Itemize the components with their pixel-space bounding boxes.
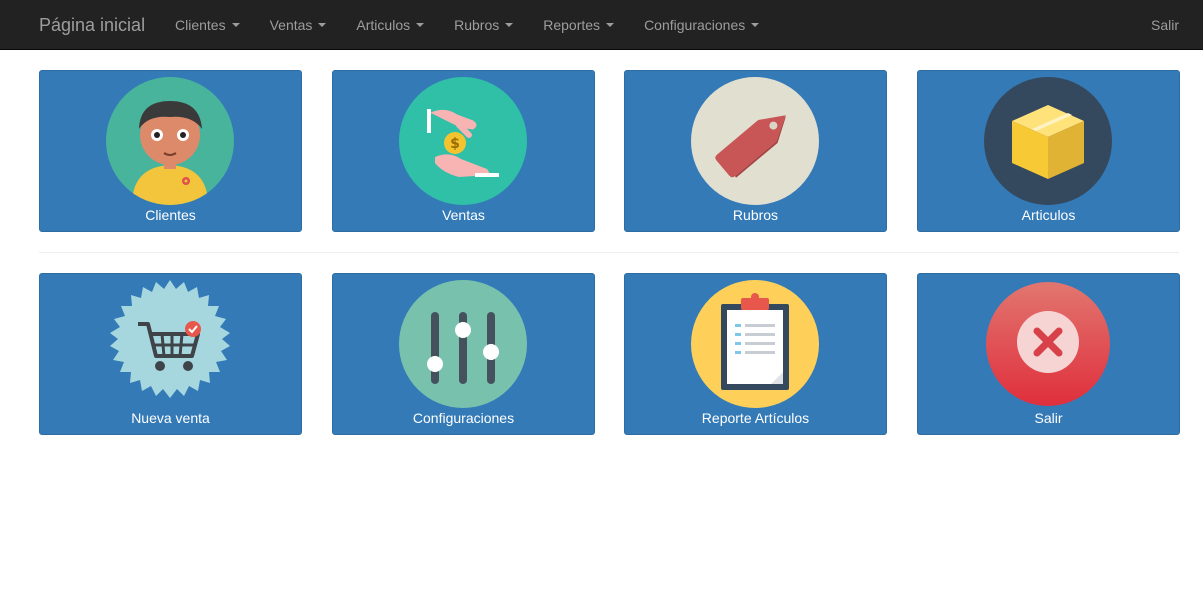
tile-label: Nueva venta [131, 410, 210, 426]
box-icon [984, 77, 1112, 205]
tile-label: Configuraciones [412, 410, 515, 426]
caret-down-icon [231, 23, 240, 27]
tile-label: Rubros [732, 207, 779, 223]
nav-menu-label: Rubros [454, 17, 500, 33]
caret-down-icon [606, 23, 615, 27]
logout-link[interactable]: Salir [1151, 0, 1179, 50]
nav-menu: Clientes Ventas Articulos Rubros Reporte… [175, 0, 789, 50]
caret-down-icon [751, 23, 760, 27]
shopping-cart-icon [106, 280, 234, 408]
nav-menu-label: Configuraciones [644, 17, 746, 33]
price-tag-icon [691, 77, 819, 205]
nav-menu-ventas[interactable]: Ventas [270, 0, 342, 50]
close-icon [984, 280, 1112, 408]
nav-menu-label: Articulos [356, 17, 411, 33]
nav-menu-configuraciones[interactable]: Configuraciones [644, 0, 774, 50]
nav-menu-label: Clientes [175, 17, 226, 33]
brand-link[interactable]: Página inicial [39, 14, 145, 36]
caret-down-icon [505, 23, 514, 27]
row-divider [39, 252, 1179, 253]
nav-menu-clientes[interactable]: Clientes [175, 0, 255, 50]
nav-menu-articulos[interactable]: Articulos [356, 0, 439, 50]
tile-reporte-articulos[interactable]: Reporte Artículos [624, 273, 887, 435]
tile-label: Reporte Artículos [701, 410, 810, 426]
client-person-icon [106, 77, 234, 205]
tile-ventas[interactable]: $ Ventas [332, 70, 595, 232]
nav-menu-reportes[interactable]: Reportes [543, 0, 629, 50]
tile-label: Articulos [1021, 207, 1076, 223]
tile-clientes[interactable]: Clientes [39, 70, 302, 232]
tile-rubros[interactable]: Rubros [624, 70, 887, 232]
nav-menu-rubros[interactable]: Rubros [454, 0, 528, 50]
sliders-icon [399, 280, 527, 408]
clipboard-report-icon [691, 280, 819, 408]
tile-salir[interactable]: Salir [917, 273, 1180, 435]
tile-configuraciones[interactable]: Configuraciones [332, 273, 595, 435]
nav-menu-label: Reportes [543, 17, 601, 33]
top-navbar: Página inicial Clientes Ventas Articulos… [0, 0, 1203, 50]
tile-label: Salir [1034, 410, 1063, 426]
tile-label: Clientes [145, 207, 196, 223]
caret-down-icon [416, 23, 425, 27]
money-hands-icon: $ [399, 77, 527, 205]
tile-nueva-venta[interactable]: Nueva venta [39, 273, 302, 435]
svg-text:$: $ [450, 136, 460, 152]
tile-articulos[interactable]: Articulos [917, 70, 1180, 232]
caret-down-icon [318, 23, 327, 27]
tile-label: Ventas [442, 207, 485, 223]
nav-menu-label: Ventas [269, 17, 313, 33]
